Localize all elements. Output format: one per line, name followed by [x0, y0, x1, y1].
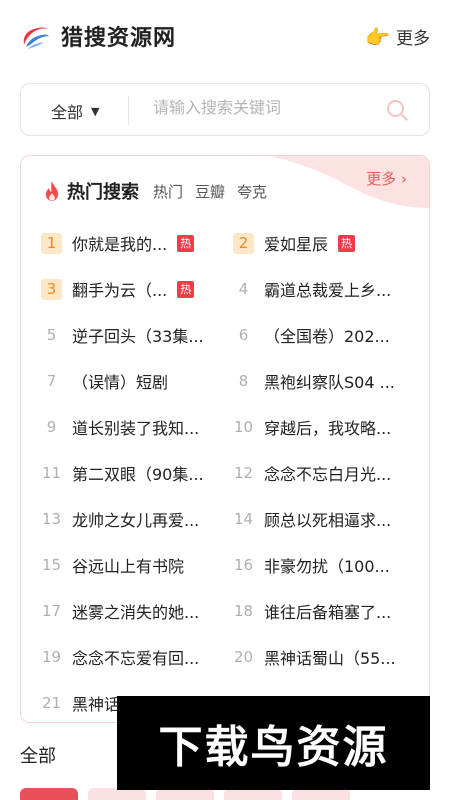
hot-search-item-title: 黑袍纠察队S04 ...: [264, 373, 395, 392]
rank-number: 17: [41, 602, 62, 620]
rank-number: 18: [233, 602, 254, 620]
hot-search-item[interactable]: 11 第二双眼（90集...: [41, 461, 204, 485]
hot-more-link[interactable]: 更多 ›: [366, 168, 407, 189]
more-link-label: 更多: [396, 29, 430, 49]
rank-number: 4: [238, 280, 249, 298]
hot-search-item-title: 霸道总裁爱上乡...: [264, 281, 392, 300]
hot-search-item-title: 翻手为云（...: [72, 281, 168, 300]
more-link[interactable]: 👉 更多: [365, 24, 430, 50]
rank-number: 15: [41, 556, 62, 574]
hot-search-item[interactable]: 13 龙帅之女儿再爱...: [41, 507, 199, 531]
rank-number: 5: [46, 326, 57, 344]
rank-number: 2: [233, 232, 254, 254]
hot-search-item-title: 道长别装了我知...: [72, 419, 200, 438]
hot-search-item[interactable]: 3 翻手为云（... 热: [41, 277, 195, 301]
rank-number: 19: [41, 648, 62, 666]
hot-search-item[interactable]: 2 爱如星辰热: [233, 231, 356, 255]
search-divider: [128, 96, 129, 125]
rank-number: 7: [46, 372, 57, 390]
hot-search-item-title: 龙帅之女儿再爱...: [72, 511, 200, 530]
rank-number: 10: [233, 418, 254, 436]
rank-number: 8: [238, 372, 249, 390]
hot-search-item[interactable]: 20 黑神话蜀山（55...: [233, 645, 396, 669]
hot-search-item-title: 顾总以死相逼求...: [264, 511, 392, 530]
rank-number: 13: [41, 510, 62, 528]
hot-search-item[interactable]: 8 黑袍纠察队S04 ...: [233, 369, 395, 393]
header: 猎搜资源网 👉 更多: [0, 0, 450, 76]
hot-search-item-title: 念念不忘爱有回...: [72, 649, 200, 668]
hot-search-item[interactable]: 16 非豪勿扰（100...: [233, 553, 390, 577]
rank-number: 9: [46, 418, 57, 436]
tab-douban[interactable]: 豆瓣: [195, 181, 225, 202]
hot-search-item-title: 穿越后，我攻略...: [264, 419, 392, 438]
hot-search-item-title: （全国卷）202...: [264, 327, 390, 346]
hot-search-title: 热门搜索: [67, 182, 139, 203]
hot-badge: 热: [177, 234, 195, 252]
hot-search-item-title: 迷雾之消失的她...: [72, 603, 200, 622]
tab-hot[interactable]: 热门: [153, 181, 183, 202]
caret-down-icon: ▼: [91, 104, 100, 118]
hot-search-item-title: 你就是我的...: [72, 235, 168, 254]
hot-search-item[interactable]: 10 穿越后，我攻略...: [233, 415, 391, 439]
rank-number: 3: [41, 278, 62, 300]
rank-number: 14: [233, 510, 254, 528]
hot-search-item-title: 非豪勿扰（100...: [264, 557, 390, 576]
hot-search-panel: 热门搜索 热门 豆瓣 夸克 更多 › 1 你就是我的... 热 2 爱如星辰热 3 翻手为云…: [20, 155, 430, 723]
pointing-hand-icon: 👉: [365, 24, 390, 49]
hot-search-item-title: （误情）短剧: [72, 373, 169, 392]
hot-search-item[interactable]: 17 迷雾之消失的她...: [41, 599, 199, 623]
rank-number: 16: [233, 556, 254, 574]
flame-icon: [46, 181, 58, 201]
hot-search-item-title: 谷远山上有书院: [72, 557, 185, 576]
rank-number: 12: [233, 464, 254, 482]
hot-search-item-title: 念念不忘白月光...: [264, 465, 392, 484]
hot-search-item[interactable]: 6 （全国卷）202...: [233, 323, 390, 347]
hot-search-item-title: 第二双眼（90集...: [72, 465, 204, 484]
hot-badge: 热: [338, 234, 356, 252]
search-input[interactable]: [153, 98, 373, 117]
rank-number: 21: [41, 694, 62, 712]
category-tab[interactable]: [20, 788, 78, 800]
hot-search-item[interactable]: 19 念念不忘爱有回...: [41, 645, 199, 669]
rank-number: 11: [41, 464, 62, 482]
hot-search-item-title: 逆子回头（33集...: [72, 327, 204, 346]
hot-search-item-title: 谁往后备箱塞了...: [264, 603, 392, 622]
watermark-overlay: 下载鸟资源: [117, 696, 430, 790]
watermark-text: 下载鸟资源: [158, 722, 389, 773]
site-title[interactable]: 猎搜资源网: [61, 20, 176, 52]
search-scope-dropdown[interactable]: 全部 ▼: [51, 99, 99, 123]
hot-search-item-title: 爱如星辰: [264, 235, 329, 254]
site-logo-icon[interactable]: [20, 23, 50, 51]
search-bar: 全部 ▼: [20, 83, 430, 136]
hot-search-item[interactable]: 7 （误情）短剧: [41, 369, 168, 393]
hot-search-item[interactable]: 9 道长别装了我知...: [41, 415, 200, 439]
all-section-title: 全部: [20, 746, 56, 767]
hot-search-item[interactable]: 4 霸道总裁爱上乡...: [233, 277, 392, 301]
rank-number: 1: [41, 232, 62, 254]
rank-number: 20: [233, 648, 254, 666]
search-scope-label: 全部: [51, 103, 84, 122]
hot-search-item[interactable]: 12 念念不忘白月光...: [233, 461, 391, 485]
hot-search-item-title: 黑神话蜀山（55...: [264, 649, 396, 668]
hot-badge: 热: [177, 280, 195, 298]
hot-search-item[interactable]: 5 逆子回头（33集...: [41, 323, 204, 347]
hot-search-item[interactable]: 15 谷远山上有书院: [41, 553, 184, 577]
hot-search-item[interactable]: 18 谁往后备箱塞了...: [233, 599, 391, 623]
tab-quark[interactable]: 夸克: [237, 181, 267, 202]
rank-number: 6: [238, 326, 249, 344]
hot-search-item[interactable]: 14 顾总以死相逼求...: [233, 507, 391, 531]
hot-search-item[interactable]: 1 你就是我的... 热: [41, 231, 195, 255]
search-icon[interactable]: [385, 98, 409, 122]
hot-search-header: 热门搜索 热门 豆瓣 夸克: [43, 176, 279, 206]
